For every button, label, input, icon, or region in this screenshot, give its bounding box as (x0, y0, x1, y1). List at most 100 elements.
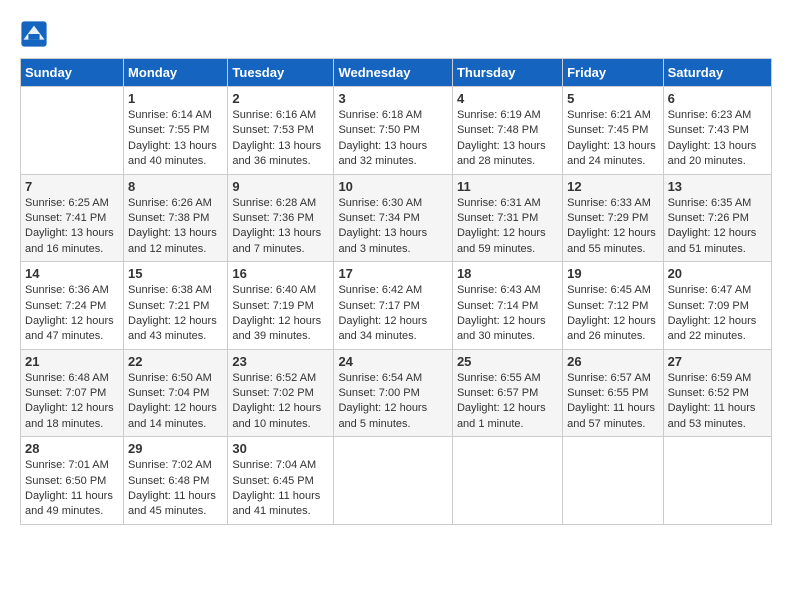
sunrise-text: Sunrise: 6:57 AM (567, 371, 658, 386)
sunset-text: Sunset: 7:02 PM (232, 386, 329, 401)
sunset-text: Sunset: 6:55 PM (567, 386, 658, 401)
calendar-cell: 17Sunrise: 6:42 AMSunset: 7:17 PMDayligh… (334, 262, 453, 350)
calendar-cell: 19Sunrise: 6:45 AMSunset: 7:12 PMDayligh… (563, 262, 663, 350)
day-number: 3 (338, 91, 448, 106)
sunrise-text: Sunrise: 6:19 AM (457, 108, 558, 123)
daylight-text: Daylight: 13 hours and 32 minutes. (338, 139, 448, 170)
sunrise-text: Sunrise: 6:45 AM (567, 283, 658, 298)
day-number: 27 (668, 354, 767, 369)
day-number: 29 (128, 441, 223, 456)
sunset-text: Sunset: 7:38 PM (128, 211, 223, 226)
calendar-cell: 30Sunrise: 7:04 AMSunset: 6:45 PMDayligh… (228, 437, 334, 525)
sunset-text: Sunset: 7:14 PM (457, 299, 558, 314)
calendar-cell: 21Sunrise: 6:48 AMSunset: 7:07 PMDayligh… (21, 349, 124, 437)
daylight-text: Daylight: 11 hours and 45 minutes. (128, 489, 223, 520)
daylight-text: Daylight: 12 hours and 51 minutes. (668, 226, 767, 257)
daylight-text: Daylight: 13 hours and 12 minutes. (128, 226, 223, 257)
calendar-cell (334, 437, 453, 525)
daylight-text: Daylight: 13 hours and 16 minutes. (25, 226, 119, 257)
sunrise-text: Sunrise: 6:54 AM (338, 371, 448, 386)
day-number: 26 (567, 354, 658, 369)
sunrise-text: Sunrise: 6:52 AM (232, 371, 329, 386)
daylight-text: Daylight: 12 hours and 26 minutes. (567, 314, 658, 345)
daylight-text: Daylight: 13 hours and 3 minutes. (338, 226, 448, 257)
calendar-cell (452, 437, 562, 525)
day-number: 10 (338, 179, 448, 194)
day-number: 6 (668, 91, 767, 106)
calendar-header-row: SundayMondayTuesdayWednesdayThursdayFrid… (21, 59, 772, 87)
calendar-cell: 23Sunrise: 6:52 AMSunset: 7:02 PMDayligh… (228, 349, 334, 437)
sunrise-text: Sunrise: 6:25 AM (25, 196, 119, 211)
calendar-cell: 29 Sunrise: 7:02 AMSunset: 6:48 PMDayligh… (124, 437, 228, 525)
daylight-text: Daylight: 12 hours and 22 minutes. (668, 314, 767, 345)
daylight-text: Daylight: 12 hours and 59 minutes. (457, 226, 558, 257)
sunset-text: Sunset: 7:21 PM (128, 299, 223, 314)
calendar-cell: 4Sunrise: 6:19 AMSunset: 7:48 PMDaylight… (452, 87, 562, 175)
calendar-cell: 22Sunrise: 6:50 AMSunset: 7:04 PMDayligh… (124, 349, 228, 437)
calendar-cell: 5Sunrise: 6:21 AMSunset: 7:45 PMDaylight… (563, 87, 663, 175)
calendar-cell: 24Sunrise: 6:54 AMSunset: 7:00 PMDayligh… (334, 349, 453, 437)
sunrise-text: Sunrise: 6:35 AM (668, 196, 767, 211)
daylight-text: Daylight: 12 hours and 34 minutes. (338, 314, 448, 345)
sunrise-text: Sunrise: 6:31 AM (457, 196, 558, 211)
daylight-text: Daylight: 12 hours and 43 minutes. (128, 314, 223, 345)
sunset-text: Sunset: 7:48 PM (457, 123, 558, 138)
daylight-text: Daylight: 12 hours and 10 minutes. (232, 401, 329, 432)
day-number: 13 (668, 179, 767, 194)
sunset-text: Sunset: 7:26 PM (668, 211, 767, 226)
daylight-text: Daylight: 13 hours and 36 minutes. (232, 139, 329, 170)
calendar-cell: 2Sunrise: 6:16 AMSunset: 7:53 PMDaylight… (228, 87, 334, 175)
sunset-text: Sunset: 6:48 PM (128, 474, 223, 489)
sunset-text: Sunset: 7:19 PM (232, 299, 329, 314)
daylight-text: Daylight: 11 hours and 49 minutes. (25, 489, 119, 520)
day-number: 7 (25, 179, 119, 194)
sunset-text: Sunset: 7:53 PM (232, 123, 329, 138)
day-number: 15 (128, 266, 223, 281)
daylight-text: Daylight: 13 hours and 20 minutes. (668, 139, 767, 170)
calendar-cell: 13 Sunrise: 6:35 AMSunset: 7:26 PMDayligh… (663, 174, 771, 262)
sunset-text: Sunset: 6:50 PM (25, 474, 119, 489)
sunrise-text: Sunrise: 6:23 AM (668, 108, 767, 123)
sunrise-text: Sunrise: 6:47 AM (668, 283, 767, 298)
calendar-cell: 20Sunrise: 6:47 AMSunset: 7:09 PMDayligh… (663, 262, 771, 350)
header-thursday: Thursday (452, 59, 562, 87)
sunset-text: Sunset: 7:24 PM (25, 299, 119, 314)
week-row-4: 21Sunrise: 6:48 AMSunset: 7:07 PMDayligh… (21, 349, 772, 437)
calendar-cell: 3Sunrise: 6:18 AMSunset: 7:50 PMDaylight… (334, 87, 453, 175)
week-row-3: 14 Sunrise: 6:36 AMSunset: 7:24 PM Dayligh… (21, 262, 772, 350)
sunrise-text: Sunrise: 6:30 AM (338, 196, 448, 211)
sunrise-text: Sunrise: 7:02 AM (128, 458, 223, 473)
daylight-text: Daylight: 12 hours and 18 minutes. (25, 401, 119, 432)
header-friday: Friday (563, 59, 663, 87)
day-number: 8 (128, 179, 223, 194)
day-number: 24 (338, 354, 448, 369)
calendar-cell: 1Sunrise: 6:14 AMSunset: 7:55 PMDaylight… (124, 87, 228, 175)
sunrise-text: Sunrise: 6:48 AM (25, 371, 119, 386)
calendar-cell: 9Sunrise: 6:28 AMSunset: 7:36 PMDaylight… (228, 174, 334, 262)
calendar-cell (663, 437, 771, 525)
sunset-text: Sunset: 7:50 PM (338, 123, 448, 138)
day-number: 22 (128, 354, 223, 369)
sunrise-text: Sunrise: 6:36 AM (25, 283, 119, 298)
calendar-cell: 15Sunrise: 6:38 AMSunset: 7:21 PMDayligh… (124, 262, 228, 350)
sunrise-text: Sunrise: 7:04 AM (232, 458, 329, 473)
calendar-cell: 6Sunrise: 6:23 AMSunset: 7:43 PMDaylight… (663, 87, 771, 175)
header-tuesday: Tuesday (228, 59, 334, 87)
day-number: 14 (25, 266, 119, 281)
calendar-cell: 28Sunrise: 7:01 AMSunset: 6:50 PMDayligh… (21, 437, 124, 525)
sunrise-text: Sunrise: 6:55 AM (457, 371, 558, 386)
sunrise-text: Sunrise: 6:16 AM (232, 108, 329, 123)
sunset-text: Sunset: 7:31 PM (457, 211, 558, 226)
day-number: 18 (457, 266, 558, 281)
daylight-text: Daylight: 12 hours and 30 minutes. (457, 314, 558, 345)
calendar-cell: 25Sunrise: 6:55 AMSunset: 6:57 PMDayligh… (452, 349, 562, 437)
sunset-text: Sunset: 7:36 PM (232, 211, 329, 226)
header-wednesday: Wednesday (334, 59, 453, 87)
day-number: 25 (457, 354, 558, 369)
daylight-text: Daylight: 13 hours and 7 minutes. (232, 226, 329, 257)
sunset-text: Sunset: 6:52 PM (668, 386, 767, 401)
sunrise-text: Sunrise: 6:59 AM (668, 371, 767, 386)
day-number: 21 (25, 354, 119, 369)
week-row-5: 28Sunrise: 7:01 AMSunset: 6:50 PMDayligh… (21, 437, 772, 525)
sunrise-text: Sunrise: 6:42 AM (338, 283, 448, 298)
